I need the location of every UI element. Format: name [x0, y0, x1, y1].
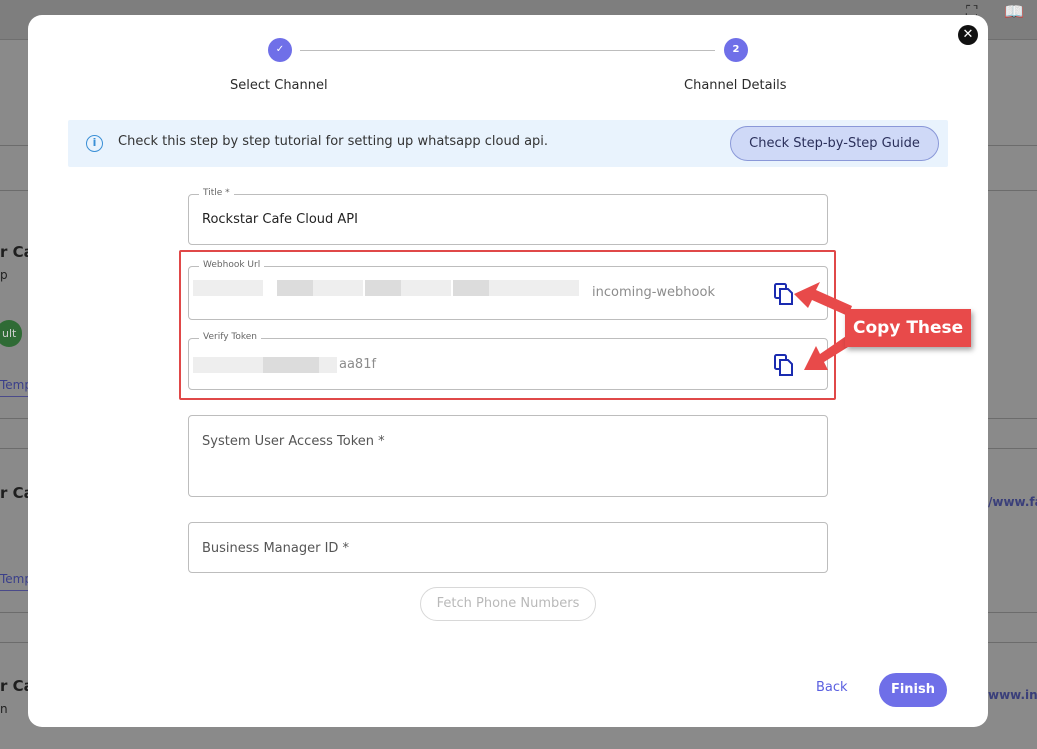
background-url-link: /www.fa	[988, 495, 1037, 509]
title-field-label: Title *	[199, 188, 234, 198]
banner-text: Check this step by step tutorial for set…	[118, 134, 549, 149]
copy-these-callout: Copy These	[845, 309, 972, 347]
background-row-subtitle: p	[0, 268, 8, 282]
fetch-phone-numbers-button[interactable]: Fetch Phone Numbers	[420, 587, 596, 621]
step-label-channel-details: Channel Details	[684, 78, 787, 93]
step-complete-check-icon: ✓	[268, 38, 292, 62]
step-label-select-channel: Select Channel	[230, 78, 328, 93]
info-icon: i	[86, 135, 103, 152]
business-manager-id-placeholder: Business Manager ID *	[202, 541, 350, 556]
background-row-subtitle: n	[0, 702, 8, 716]
access-token-field[interactable]: System User Access Token *	[188, 415, 828, 497]
stepper-connector	[300, 50, 715, 51]
title-field-value: Rockstar Cafe Cloud API	[202, 212, 358, 227]
close-icon[interactable]: ✕	[958, 25, 978, 45]
title-field[interactable]: Title * Rockstar Cafe Cloud API	[188, 188, 828, 245]
business-manager-id-field[interactable]: Business Manager ID *	[188, 522, 828, 573]
background-default-pill: ult	[0, 320, 23, 347]
copy-highlight-box	[179, 250, 836, 400]
step-number-badge: 2	[724, 38, 748, 62]
step-by-step-guide-button[interactable]: Check Step-by-Step Guide	[730, 126, 939, 161]
finish-button[interactable]: Finish	[879, 673, 947, 707]
book-icon: 📖	[1004, 2, 1024, 21]
access-token-placeholder: System User Access Token *	[202, 434, 385, 449]
tutorial-info-banner: i Check this step by step tutorial for s…	[68, 120, 948, 167]
background-url-link: www.ins	[988, 688, 1037, 702]
back-button[interactable]: Back	[816, 680, 848, 695]
